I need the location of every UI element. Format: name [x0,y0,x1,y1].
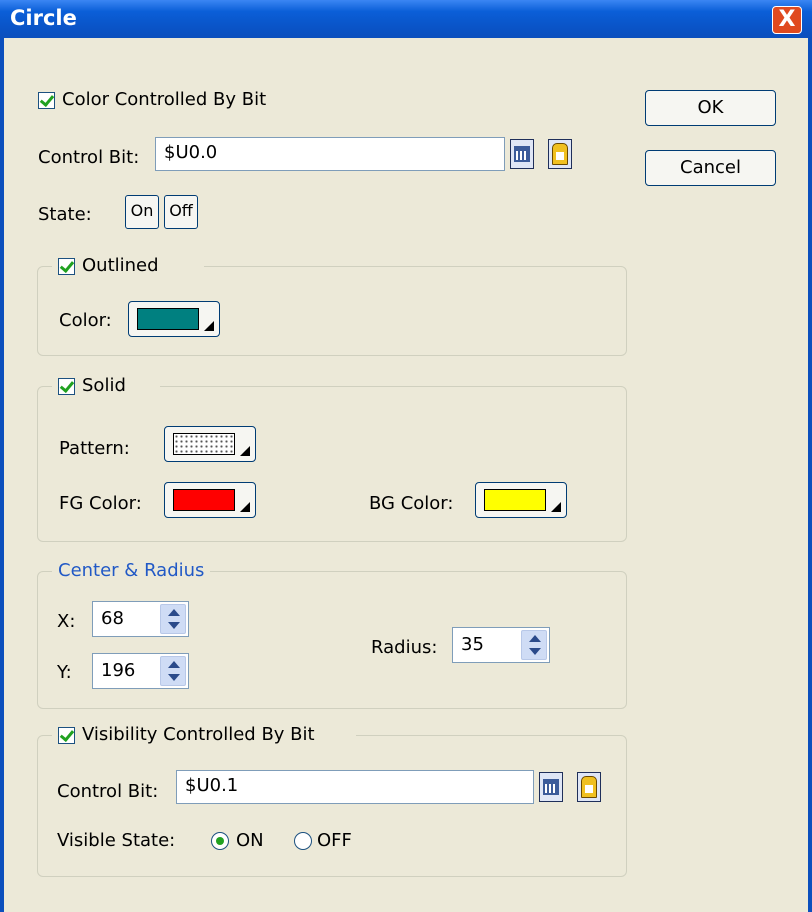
dropdown-arrow-icon [551,502,561,512]
circle-dialog: Circle X Color Controlled By Bit Control… [0,0,812,912]
calculator-icon [543,779,559,795]
visibility-group [37,735,627,877]
dropdown-arrow-icon [240,446,250,456]
window-frame-right [808,38,812,912]
radius-label: Radius: [371,637,438,658]
window-frame-left [0,38,4,912]
outline-color-label: Color: [59,310,112,331]
visibility-legend: Visibility Controlled By Bit [52,724,356,750]
visibility-tag-button[interactable] [577,772,601,802]
solid-legend: Solid [52,375,160,401]
visible-state-off-radio[interactable] [294,832,312,850]
x-value: 68 [101,608,124,629]
outline-color-button[interactable] [128,301,220,337]
spin-down-icon [168,622,180,629]
fg-color-button[interactable] [164,482,256,518]
close-icon: X [778,7,796,32]
color-controlled-label: Color Controlled By Bit [62,89,267,110]
bg-color-button[interactable] [475,482,567,518]
color-controlled-checkbox[interactable] [38,92,55,109]
dropdown-arrow-icon [204,321,214,331]
solid-group [37,386,627,542]
pattern-label: Pattern: [59,438,130,459]
tag-browse-icon [552,143,568,165]
radius-value: 35 [461,634,484,655]
spin-up-icon [168,661,180,668]
cancel-button[interactable]: Cancel [645,150,776,186]
center-radius-legend: Center & Radius [52,560,211,581]
outlined-legend: Outlined [52,255,204,281]
title-bar: Circle X [0,0,812,38]
visibility-label: Visibility Controlled By Bit [82,724,315,745]
bg-color-swatch [484,489,546,511]
state-label: State: [38,204,92,225]
visible-state-off-label: OFF [317,830,352,851]
control-bit-input[interactable]: $U0.0 [155,137,505,171]
outlined-label: Outlined [82,255,159,276]
outline-color-swatch [137,308,199,330]
solid-checkbox[interactable] [58,378,75,395]
calculator-icon [514,146,530,162]
solid-label: Solid [82,375,126,396]
state-off-button[interactable]: Off [164,195,198,229]
bg-color-label: BG Color: [369,493,454,514]
y-value: 196 [101,660,136,681]
visible-state-on-radio[interactable] [211,832,229,850]
x-label: X: [57,611,76,632]
control-bit-calculator-button[interactable] [510,139,534,169]
dropdown-arrow-icon [240,502,250,512]
pattern-button[interactable] [164,426,256,462]
visibility-control-bit-label: Control Bit: [57,781,159,802]
spin-up-icon [529,635,541,642]
visibility-calculator-button[interactable] [539,772,563,802]
y-spinbox[interactable]: 196 [92,653,189,689]
radius-spin-button[interactable] [521,630,547,660]
x-spinbox[interactable]: 68 [92,601,189,637]
visibility-control-bit-input[interactable]: $U0.1 [176,770,534,804]
window-title: Circle [10,6,77,30]
spin-up-icon [168,609,180,616]
visibility-checkbox[interactable] [58,727,75,744]
control-bit-tag-button[interactable] [548,139,572,169]
x-spin-button[interactable] [160,604,186,634]
fg-color-label: FG Color: [59,493,142,514]
control-bit-label: Control Bit: [38,147,140,168]
fg-color-swatch [173,489,235,511]
visible-state-label: Visible State: [57,830,176,851]
spin-down-icon [529,648,541,655]
visible-state-on-label: ON [236,830,264,851]
y-spin-button[interactable] [160,656,186,686]
pattern-swatch [173,433,235,455]
outlined-checkbox[interactable] [58,258,75,275]
state-on-button[interactable]: On [125,195,159,229]
y-label: Y: [57,662,72,683]
ok-button[interactable]: OK [645,90,776,126]
radius-spinbox[interactable]: 35 [452,627,550,663]
tag-browse-icon [581,776,597,798]
close-button[interactable]: X [772,6,802,34]
spin-down-icon [168,674,180,681]
